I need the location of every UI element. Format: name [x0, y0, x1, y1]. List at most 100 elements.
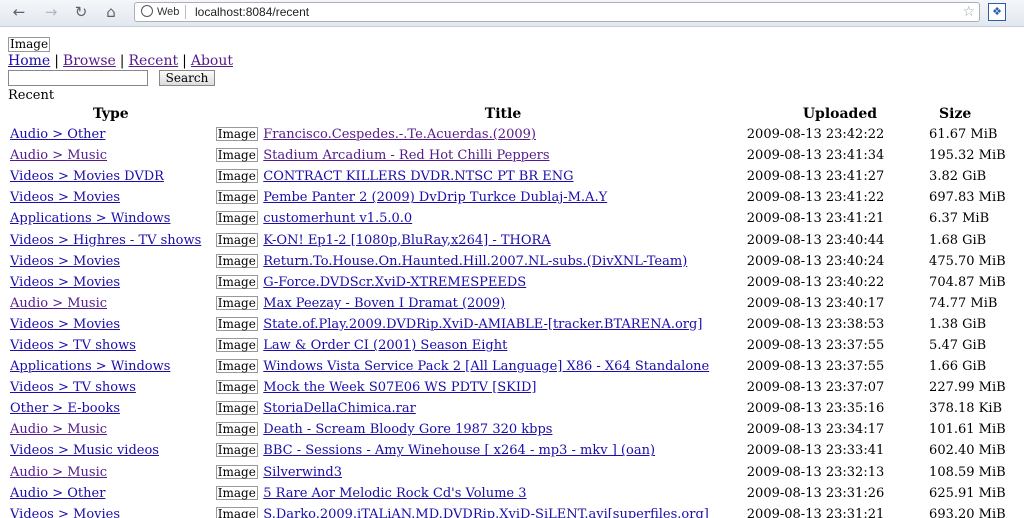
thumbnail-image[interactable]: Image	[215, 169, 258, 184]
category-link[interactable]: Applications > Windows	[10, 359, 170, 374]
category-link[interactable]: Videos > Movies	[10, 507, 120, 518]
home-icon[interactable]: ⌂	[102, 3, 120, 21]
size-cell: 378.18 KiB	[929, 401, 1003, 417]
thumbnail-image[interactable]: Image	[215, 211, 258, 226]
reload-icon[interactable]: ↻	[72, 3, 90, 21]
category-link[interactable]: Videos > Movies DVDR	[10, 169, 164, 184]
torrent-title-link[interactable]: Silverwind3	[263, 465, 342, 480]
category-link[interactable]: Videos > Highres - TV shows	[10, 233, 201, 248]
extension-paw-icon[interactable]: ❖	[988, 3, 1006, 21]
category-link[interactable]: Audio > Music	[10, 296, 107, 311]
category-link[interactable]: Audio > Music	[10, 148, 107, 163]
thumbnail-image[interactable]: Image	[215, 380, 258, 395]
thumb-cell: Image	[214, 124, 262, 145]
torrent-title-link[interactable]: Francisco.Cespedes.-.Te.Acuerdas.(2009)	[263, 127, 536, 142]
site-info-chip[interactable]: Web	[141, 4, 179, 20]
torrent-title-link[interactable]: StoriaDellaChimica.rar	[263, 401, 416, 416]
category-link[interactable]: Audio > Other	[10, 486, 105, 501]
subcategory-name: Highres - TV shows	[73, 232, 202, 248]
torrent-title-link[interactable]: customerhunt v1.5.0.0	[263, 211, 412, 226]
category-name: Videos	[10, 380, 54, 396]
torrent-title-link[interactable]: K-ON! Ep1-2 [1080p,BluRay,x264] - THORA	[263, 233, 550, 248]
table-row: Videos > Movies Image Return.To.House.On.H…	[8, 251, 1024, 272]
address-bar[interactable]: Web localhost:8084/recent ☆	[134, 2, 980, 22]
category-link[interactable]: Audio > Music	[10, 422, 107, 437]
bookmark-star-icon[interactable]: ☆	[962, 3, 975, 21]
category-link[interactable]: Videos > Movies	[10, 190, 120, 205]
subcategory-name: Movies	[73, 253, 121, 269]
torrent-title-link[interactable]: Death - Scream Bloody Gore 1987 320 kbps	[263, 422, 552, 437]
category-link[interactable]: Audio > Other	[10, 127, 105, 142]
thumbnail-image[interactable]: Image	[215, 337, 258, 352]
subcategory-name: TV shows	[73, 380, 136, 396]
thumbnail-image[interactable]: Image	[215, 485, 258, 500]
thumb-cell: Image	[214, 187, 262, 208]
subcategory-name: Windows	[110, 359, 171, 375]
category-separator: >	[53, 169, 74, 185]
nav-link-home[interactable]: Home	[8, 53, 50, 69]
thumbnail-image[interactable]: Image	[215, 190, 258, 205]
category-link[interactable]: Applications > Windows	[10, 211, 170, 226]
thumbnail-image[interactable]: Image	[215, 506, 258, 518]
thumbnail-image[interactable]: Image	[215, 232, 258, 247]
torrent-title-link[interactable]: Max Peezay - Boven I Dramat (2009)	[263, 296, 505, 311]
nav-link-about[interactable]: About	[191, 53, 233, 69]
table-row: Audio > Music Image Max Peezay - Boven I D…	[8, 293, 1024, 314]
col-size-header: Size	[939, 106, 972, 122]
torrent-title-link[interactable]: State.of.Play.2009.DVDRip.XviD-AMIABLE-[…	[263, 317, 702, 332]
torrent-title-link[interactable]: Return.To.House.On.Haunted.Hill.2007.NL-…	[263, 254, 687, 269]
torrent-title-link[interactable]: 5 Rare Aor Melodic Rock Cd's Volume 3	[263, 486, 526, 501]
uploaded-cell: 2009-08-13 23:41:34	[746, 148, 885, 164]
category-link[interactable]: Audio > Music	[10, 465, 107, 480]
back-arrow-icon[interactable]: ←	[10, 3, 28, 21]
torrent-title-link[interactable]: Mock the Week S07E06 WS PDTV [SKID]	[263, 380, 536, 395]
torrent-title-link[interactable]: Law & Order CI (2001) Season Eight	[263, 338, 507, 353]
thumbnail-image[interactable]: Image	[215, 401, 258, 416]
subcategory-name: Other	[67, 127, 106, 143]
torrent-title-link[interactable]: Pembe Panter 2 (2009) DvDrip Turkce Dubl…	[263, 190, 607, 205]
torrent-title-link[interactable]: CONTRACT KILLERS DVDR.NTSC PT BR ENG	[263, 169, 573, 184]
thumbnail-image[interactable]: Image	[215, 274, 258, 289]
thumbnail-image[interactable]: Image	[215, 316, 258, 331]
search-button[interactable]: Search	[159, 70, 215, 86]
category-link[interactable]: Videos > Movies	[10, 317, 120, 332]
thumbnail-image[interactable]: Image	[215, 127, 258, 142]
type-cell: Audio > Music	[8, 293, 214, 314]
size-cell: 704.87 MiB	[929, 274, 1006, 290]
thumbnail-image[interactable]: Image	[215, 295, 258, 310]
size-cell: 1.38 GiB	[929, 316, 987, 332]
category-link[interactable]: Videos > TV shows	[10, 338, 136, 353]
type-cell: Audio > Music	[8, 145, 214, 166]
thumbnail-image[interactable]: Image	[215, 443, 258, 458]
torrent-title-link[interactable]: G-Force.DVDScr.XviD-XTREMESPEEDS	[263, 275, 526, 290]
thumbnail-image[interactable]: Image	[215, 359, 258, 374]
torrent-title-link[interactable]: Windows Vista Service Pack 2 [All Langua…	[263, 359, 709, 374]
thumbnail-image[interactable]: Image	[215, 422, 258, 437]
type-cell: Other > E-books	[8, 398, 214, 419]
thumbnail-image[interactable]: Image	[215, 253, 258, 268]
category-separator: >	[53, 316, 74, 332]
nav-link-recent[interactable]: Recent	[129, 53, 179, 69]
forward-arrow-icon[interactable]: →	[42, 3, 60, 21]
category-name: Audio	[10, 127, 49, 143]
table-row: Audio > Music Image Silverwind3 2009-08-13 …	[8, 462, 1024, 483]
torrent-title-link[interactable]: Stadium Arcadium - Red Hot Chilli Pepper…	[263, 148, 549, 163]
category-link[interactable]: Videos > Movies	[10, 254, 120, 269]
thumbnail-image[interactable]: Image	[215, 148, 258, 163]
thumbnail-image[interactable]: Image	[215, 464, 258, 479]
uploaded-cell: 2009-08-13 23:37:55	[746, 337, 885, 353]
category-link[interactable]: Videos > TV shows	[10, 380, 136, 395]
category-link[interactable]: Videos > Music videos	[10, 443, 159, 458]
category-link[interactable]: Other > E-books	[10, 401, 120, 416]
torrent-title-link[interactable]: S.Darko.2009.iTALiAN.MD.DVDRip.XviD-SiLE…	[263, 507, 709, 518]
url-text[interactable]: localhost:8084/recent	[195, 4, 309, 20]
torrent-title-link[interactable]: BBC - Sessions - Amy Winehouse [ x264 - …	[263, 443, 655, 458]
table-row: Videos > Movies DVDR Image CONTRACT KILLER…	[8, 166, 1024, 187]
search-input[interactable]	[8, 70, 148, 86]
uploaded-cell: 2009-08-13 23:31:26	[746, 485, 885, 501]
category-name: Videos	[10, 232, 54, 248]
uploaded-cell: 2009-08-13 23:33:41	[746, 443, 885, 459]
table-row: Audio > Other Image 5 Rare Aor Melodic Roc…	[8, 483, 1024, 504]
category-link[interactable]: Videos > Movies	[10, 275, 120, 290]
nav-link-browse[interactable]: Browse	[63, 53, 116, 69]
